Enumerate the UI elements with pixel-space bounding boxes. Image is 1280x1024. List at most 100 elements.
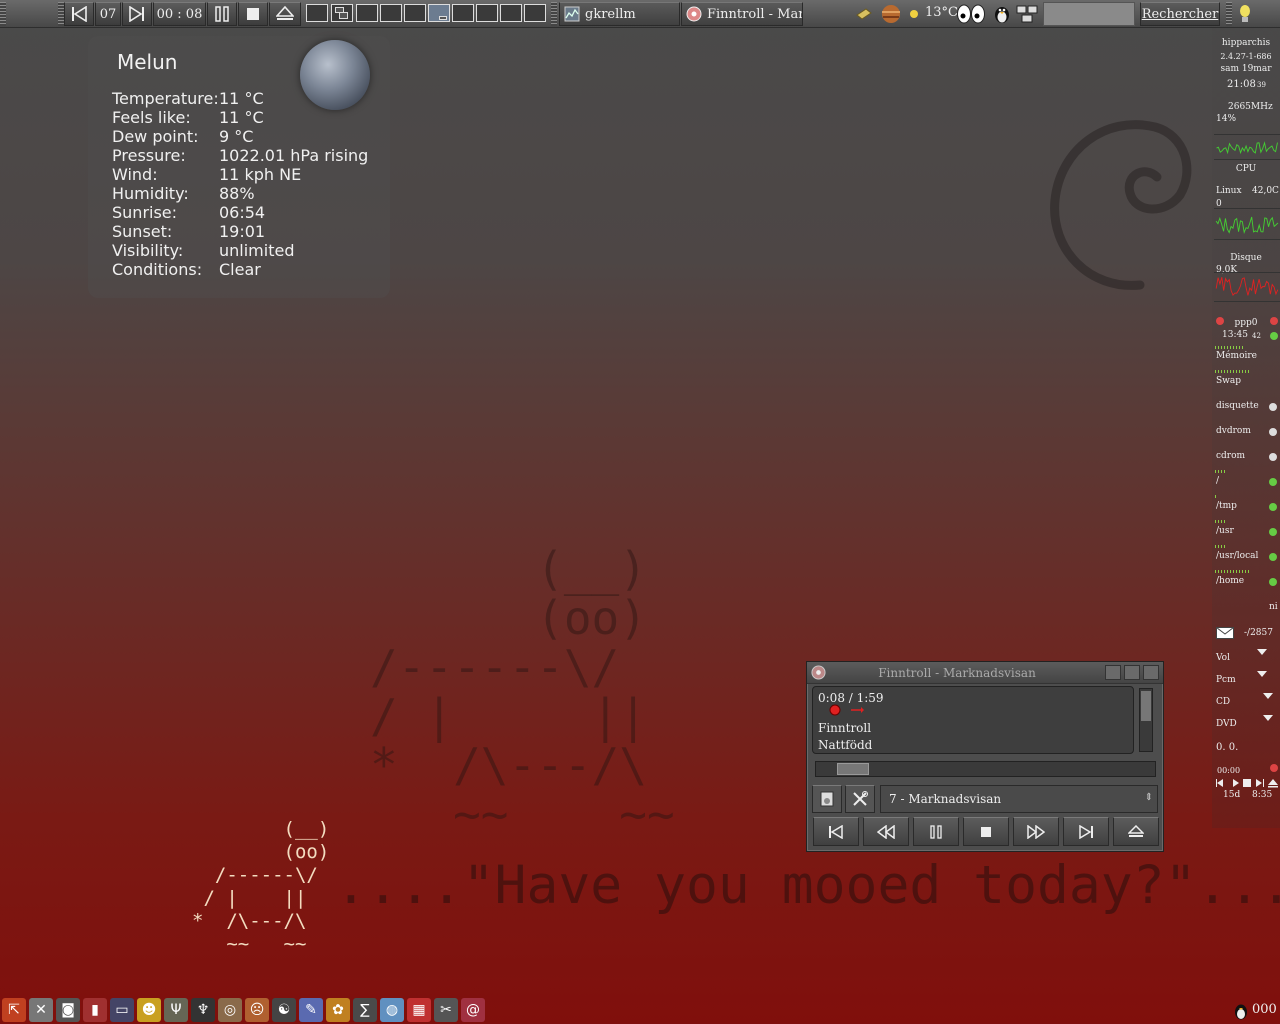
mixer-slider-icon[interactable] [1263, 693, 1273, 699]
gk-mount[interactable]: / [1216, 476, 1219, 486]
player-next-button[interactable] [1063, 817, 1109, 846]
minimize-button[interactable] [1105, 665, 1121, 680]
calculator-icon[interactable]: ∑ [353, 998, 377, 1022]
skip-back-icon [72, 6, 87, 22]
mail-icon[interactable] [1216, 627, 1234, 639]
game-icon[interactable]: ☻ [137, 998, 161, 1022]
unreal-icon[interactable]: ◎ [218, 998, 242, 1022]
player-eject-button[interactable] [1113, 817, 1159, 846]
toolbox-icon[interactable]: ▦ [407, 998, 431, 1022]
player-titlebar[interactable]: Finntroll - Marknadsvisan [807, 662, 1163, 684]
player-forward-button[interactable] [1013, 817, 1059, 846]
mount-led[interactable] [1269, 453, 1277, 461]
panel-grip[interactable] [551, 2, 557, 26]
gk-mount[interactable]: /tmp [1216, 501, 1237, 511]
maximize-button[interactable] [1124, 665, 1140, 680]
record-repeat-icon[interactable] [829, 704, 865, 716]
volume-scrollbar[interactable] [1139, 688, 1153, 752]
temperature-readout[interactable]: 13°C [925, 5, 958, 20]
gk-mount[interactable]: dvdrom [1216, 426, 1251, 436]
gk-cpu-chart [1214, 134, 1280, 160]
mount-led[interactable] [1269, 578, 1277, 586]
mixer-slider-icon[interactable] [1263, 715, 1273, 721]
feather-icon[interactable]: ✎ [299, 998, 323, 1022]
workspace-1[interactable] [306, 4, 328, 22]
pause-button[interactable] [207, 2, 237, 26]
tux-icon[interactable] [1233, 1002, 1249, 1020]
mixer-slider-icon[interactable] [1257, 671, 1267, 677]
playlist-button[interactable] [812, 785, 842, 813]
demon-icon[interactable]: ♆ [191, 998, 215, 1022]
gk-mount[interactable]: disquette [1216, 401, 1259, 411]
panel-grip[interactable] [0, 2, 6, 26]
yin-yang-icon[interactable]: ☯ [272, 998, 296, 1022]
gk-mixer-label[interactable]: DVD [1216, 719, 1237, 729]
weather-desklet[interactable]: Melun Temperature:11 °C Feels like: 11 °C… [88, 36, 390, 298]
stop-button[interactable] [238, 2, 268, 26]
search-button[interactable]: Rechercher [1140, 2, 1220, 26]
mount-led[interactable] [1269, 503, 1277, 511]
workspace-9[interactable] [500, 4, 522, 22]
skip-forward-icon [1079, 824, 1093, 839]
planet-icon[interactable] [880, 4, 902, 24]
settings-button[interactable] [845, 785, 875, 813]
workspace-7[interactable] [452, 4, 474, 22]
workspace-10[interactable] [524, 4, 546, 22]
bulb-icon[interactable] [1236, 4, 1254, 24]
palette-icon[interactable]: ✿ [326, 998, 350, 1022]
mount-led[interactable] [1269, 528, 1277, 536]
panel-grip[interactable] [1226, 2, 1232, 26]
book-icon[interactable]: ▮ [83, 998, 107, 1022]
music-player-window[interactable]: Finntroll - Marknadsvisan 0:08 / 1:59 Fi… [806, 661, 1164, 852]
workspace-2[interactable] [331, 4, 353, 22]
task-label: gkrellm [585, 6, 636, 22]
eject-button[interactable] [269, 2, 301, 26]
gk-mount[interactable]: /usr [1216, 526, 1234, 536]
seek-bar[interactable] [815, 761, 1156, 777]
tux-icon[interactable] [991, 4, 1013, 24]
exit-icon[interactable]: ⇱ [2, 998, 26, 1022]
workspace-4[interactable] [380, 4, 402, 22]
close-window-icon[interactable]: ✕ [29, 998, 53, 1022]
workspace-5[interactable] [404, 4, 426, 22]
previous-track-button[interactable] [64, 2, 94, 26]
gk-mount[interactable]: /usr/local [1216, 551, 1258, 561]
player-rewind-button[interactable] [863, 817, 909, 846]
gk-mount[interactable]: cdrom [1216, 451, 1245, 461]
mixer-slider-icon[interactable] [1257, 649, 1267, 655]
track-selector[interactable]: 7 - Marknadsvisan ⇕ [880, 785, 1158, 813]
quake-icon[interactable]: Ψ [164, 998, 188, 1022]
monitor-icon[interactable]: ▭ [110, 998, 134, 1022]
gk-mixer-label[interactable]: Pcm [1216, 675, 1236, 685]
player-stop-button[interactable] [963, 817, 1009, 846]
search-input[interactable] [1043, 2, 1135, 26]
debian-icon[interactable]: @ [461, 998, 485, 1022]
gk-mixer-label[interactable]: CD [1216, 697, 1230, 707]
workspace-6[interactable] [428, 4, 450, 22]
weather-row: Temperature:11 °C [112, 89, 264, 108]
player-pause-button[interactable] [913, 817, 959, 846]
mount-led[interactable] [1269, 478, 1277, 486]
mount-led[interactable] [1269, 403, 1277, 411]
camera-icon[interactable]: ◙ [56, 998, 80, 1022]
mount-led[interactable] [1269, 428, 1277, 436]
gk-player-controls[interactable] [1215, 778, 1279, 788]
seek-handle[interactable] [837, 763, 869, 775]
workspace-8[interactable] [476, 4, 498, 22]
network-icon[interactable] [1015, 4, 1039, 24]
note-icon[interactable] [855, 4, 873, 24]
mount-led[interactable] [1269, 553, 1277, 561]
task-player[interactable]: Finntroll - Mar [681, 2, 803, 26]
task-gkrellm[interactable]: gkrellm [559, 2, 680, 26]
gkrellm-monitor[interactable]: hipparchis 2.4.27-1-686 sam 19mar 21:08 … [1212, 28, 1280, 828]
gk-mixer-label[interactable]: Vol [1216, 653, 1230, 663]
next-track-button[interactable] [122, 2, 152, 26]
gk-mount-bars [1215, 570, 1249, 573]
workspace-3[interactable] [356, 4, 378, 22]
doom-icon[interactable]: ☹ [245, 998, 269, 1022]
close-button[interactable] [1143, 665, 1159, 680]
gk-mount[interactable]: /home [1216, 576, 1244, 586]
globe-icon[interactable]: ◍ [380, 998, 404, 1022]
player-previous-button[interactable] [813, 817, 859, 846]
tools-icon[interactable]: ✂ [434, 998, 458, 1022]
